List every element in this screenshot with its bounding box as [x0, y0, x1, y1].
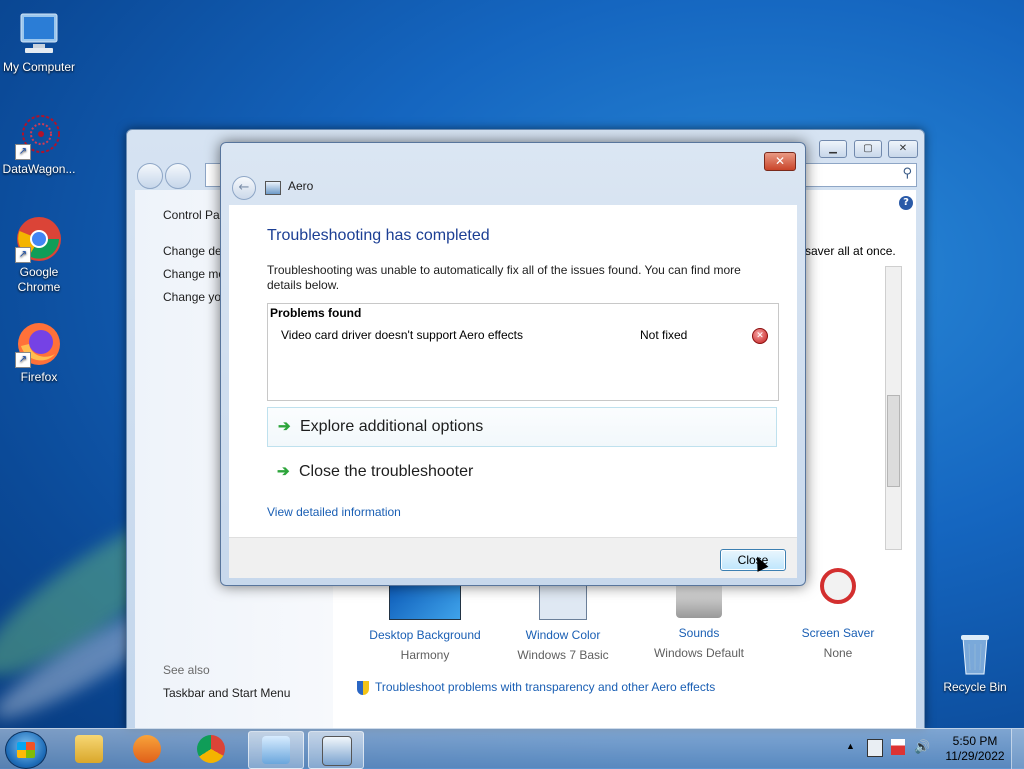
- maximize-button[interactable]: ▢: [854, 140, 882, 158]
- green-arrow-icon: ➔: [278, 418, 291, 435]
- result-description: Troubleshooting was unable to automatica…: [267, 263, 741, 292]
- taskbar-troubleshooter[interactable]: [308, 731, 364, 769]
- desktop-icon-my-computer[interactable]: My Computer: [0, 10, 79, 75]
- clock-date: 11/29/2022: [945, 749, 1005, 763]
- theme-list-scrollbar[interactable]: [885, 266, 902, 550]
- intro-text: saver all at once.: [805, 244, 896, 258]
- item-value: Windows Default: [653, 646, 745, 660]
- desktop-background-item[interactable]: Desktop Background Harmony: [355, 582, 495, 662]
- result-heading: Troubleshooting has completed: [267, 227, 490, 244]
- dialog-content: Troubleshooting has completed Troublesho…: [229, 205, 797, 537]
- problems-found-panel: Problems found Video card driver doesn't…: [267, 303, 779, 401]
- option-label: Explore additional options: [300, 418, 484, 435]
- show-hidden-icons-button[interactable]: ▲: [846, 741, 855, 751]
- link-text: Troubleshoot problems with transparency …: [375, 680, 716, 694]
- error-x-icon: ✕: [752, 328, 768, 344]
- windows-logo-icon: [17, 742, 35, 758]
- clock-time: 5:50 PM: [952, 734, 998, 748]
- back-arrow-icon[interactable]: ←: [232, 176, 256, 200]
- item-label: Sounds: [678, 626, 720, 640]
- shortcut-arrow-icon: ↗: [15, 352, 31, 368]
- taskbar-start-menu-link[interactable]: Taskbar and Start Menu: [163, 686, 290, 700]
- sidebar-link[interactable]: Change yo: [163, 290, 221, 304]
- nav-back-button[interactable]: [137, 163, 163, 189]
- control-panel-icon: [262, 736, 290, 764]
- desktop-icon-label: Google Chrome: [17, 265, 61, 294]
- desktop-background-thumbnail: [389, 582, 461, 620]
- recycle-bin-icon: [951, 630, 999, 678]
- dialog-title: Aero: [288, 179, 314, 193]
- item-value: Windows 7 Basic: [517, 648, 609, 662]
- media-player-icon: [133, 735, 161, 763]
- desktop-icon-label: DataWagon...: [2, 162, 76, 176]
- desktop-icon-google-chrome[interactable]: ↗ Google Chrome: [0, 215, 79, 295]
- close-troubleshooter-button[interactable]: ➔ Close the troubleshooter: [267, 453, 775, 491]
- window-close-button[interactable]: ✕: [888, 140, 918, 158]
- network-icon[interactable]: [867, 739, 883, 757]
- sounds-item[interactable]: Sounds Windows Default: [629, 582, 769, 660]
- problems-found-header: Problems found: [270, 306, 362, 320]
- start-button[interactable]: [5, 731, 47, 769]
- firefox-icon: ↗: [15, 320, 63, 368]
- computer-icon: [15, 10, 63, 58]
- taskbar-explorer[interactable]: [62, 731, 116, 767]
- shortcut-arrow-icon: ↗: [15, 144, 31, 160]
- desktop-icon-label: Firefox: [20, 370, 58, 384]
- desktop-icon-label: My Computer: [2, 60, 76, 74]
- dialog-close-button[interactable]: ✕: [764, 152, 796, 171]
- shield-icon: [357, 680, 369, 695]
- sounds-icon: [676, 582, 722, 618]
- taskbar-control-panel[interactable]: [248, 731, 304, 769]
- item-label: Desktop Background: [369, 628, 481, 642]
- view-detailed-information-link[interactable]: View detailed information: [267, 505, 401, 519]
- item-label: Window Color: [525, 628, 601, 642]
- chrome-icon: ↗: [15, 215, 63, 263]
- window-color-thumbnail: [539, 582, 587, 620]
- search-icon: ⚲: [902, 166, 912, 181]
- sidebar-link[interactable]: Change de: [163, 244, 222, 258]
- item-value: Harmony: [400, 648, 450, 662]
- taskbar-chrome[interactable]: [184, 731, 238, 767]
- help-icon[interactable]: ?: [899, 196, 913, 210]
- taskbar: ▲ 🔊 5:50 PM 11/29/2022: [0, 728, 1024, 769]
- see-also-heading: See also: [163, 663, 210, 677]
- volume-icon[interactable]: 🔊: [914, 739, 930, 755]
- nav-forward-button[interactable]: [165, 163, 191, 189]
- explore-additional-options-button[interactable]: ➔ Explore additional options: [267, 407, 777, 447]
- desktop-icon-firefox[interactable]: ↗ Firefox: [0, 320, 79, 385]
- aero-troubleshooter-dialog[interactable]: ✕ ← Aero Troubleshooting has completed T…: [220, 142, 806, 586]
- action-center-flag-icon[interactable]: [891, 739, 905, 755]
- desktop-icon-label: Recycle Bin: [943, 680, 1007, 694]
- sidebar-link[interactable]: Change mo: [163, 267, 225, 281]
- datawagon-icon: ↗: [15, 112, 63, 160]
- chrome-icon: [197, 735, 225, 763]
- desktop-icon-datawagon[interactable]: ↗ DataWagon...: [0, 112, 79, 177]
- folder-icon: [75, 735, 103, 763]
- troubleshooter-icon: [322, 736, 352, 766]
- dialog-footer: Close: [229, 537, 797, 578]
- problem-status: Not fixed: [640, 328, 688, 342]
- show-desktop-button[interactable]: [1011, 729, 1024, 769]
- scroll-thumb[interactable]: [887, 395, 900, 487]
- green-arrow-icon: ➔: [277, 463, 290, 480]
- item-label: Screen Saver: [801, 626, 875, 640]
- troubleshooter-app-icon: [265, 181, 281, 195]
- window-color-item[interactable]: Window Color Windows 7 Basic: [493, 582, 633, 662]
- troubleshoot-aero-link[interactable]: Troubleshoot problems with transparency …: [357, 680, 715, 695]
- search-box[interactable]: ⚲: [803, 163, 917, 187]
- item-value: None: [823, 646, 853, 660]
- shortcut-arrow-icon: ↗: [15, 247, 31, 263]
- problem-name: Video card driver doesn't support Aero e…: [281, 328, 523, 342]
- screen-saver-icon: [820, 568, 856, 604]
- desktop-icon-recycle-bin[interactable]: Recycle Bin: [935, 630, 1015, 695]
- option-label: Close the troubleshooter: [299, 463, 474, 480]
- minimize-button[interactable]: ▁: [819, 140, 847, 158]
- taskbar-media-player[interactable]: [120, 731, 174, 767]
- system-clock[interactable]: 5:50 PM 11/29/2022: [942, 734, 1008, 764]
